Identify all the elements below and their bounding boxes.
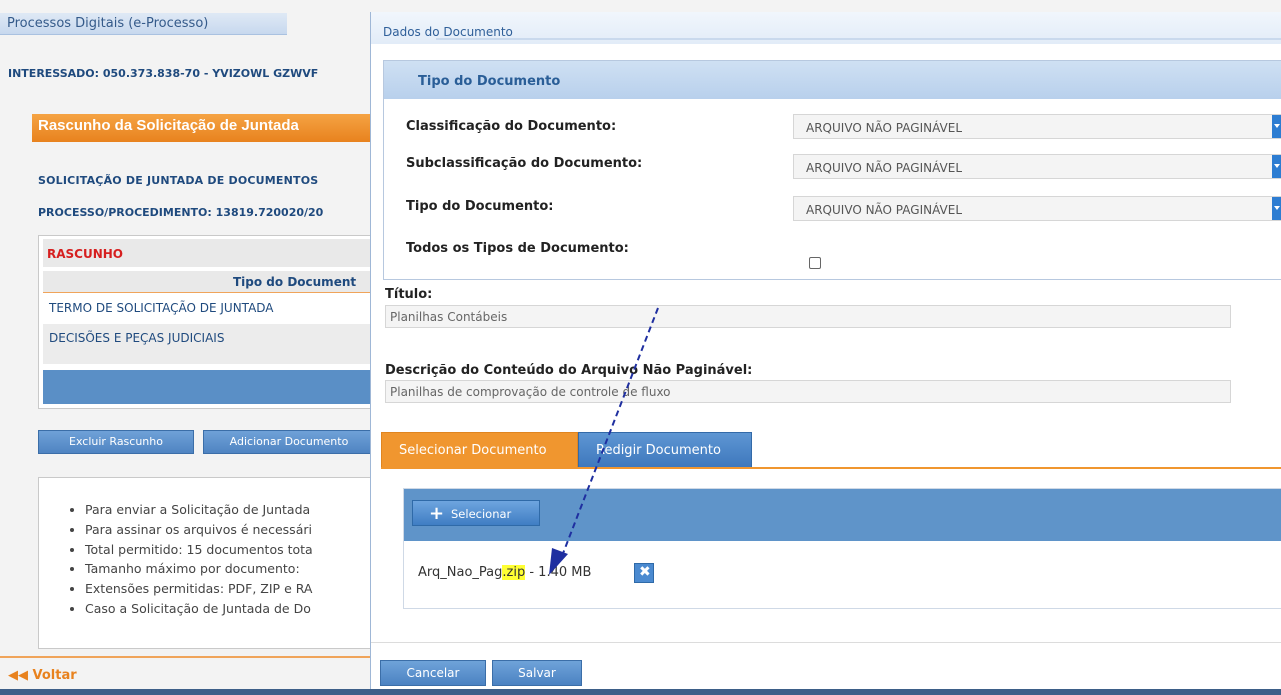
descricao-label: Descrição do Conteúdo do Arquivo Não Pag… xyxy=(385,363,753,378)
table-header: Tipo do Document xyxy=(43,271,379,293)
subclassificacao-label: Subclassificação do Documento: xyxy=(406,156,643,171)
page-title-bar: Rascunho da Solicitação de Juntada xyxy=(32,114,377,142)
titulo-label: Título: xyxy=(385,287,433,302)
divider xyxy=(436,38,1281,40)
add-document-button[interactable]: Adicionar Documento xyxy=(203,430,375,454)
document-data-dialog: Dados do Documento Tipo do Documento Cla… xyxy=(370,12,1281,689)
file-name: Arq_Nao_Pag xyxy=(418,565,503,580)
page-title: Rascunho da Solicitação de Juntada xyxy=(38,117,299,134)
plus-icon: + xyxy=(429,503,445,524)
tab-label: Redigir Documento xyxy=(596,443,721,458)
status-badge: RASCUNHO xyxy=(47,247,124,261)
remove-file-button[interactable]: ✖ xyxy=(634,563,654,583)
delete-draft-button[interactable]: Excluir Rascunho xyxy=(38,430,194,454)
list-item: Para assinar os arquivos é necessári xyxy=(85,520,313,540)
tipo-select[interactable]: ARQUIVO NÃO PAGINÁVEL xyxy=(793,196,1281,221)
chevron-down-icon[interactable] xyxy=(1272,115,1281,138)
table-row[interactable]: DECISÕES E PEÇAS JUDICIAIS xyxy=(43,324,379,364)
list-item: Total permitido: 15 documentos tota xyxy=(85,540,313,560)
section-header: Tipo do Documento xyxy=(384,61,1281,99)
list-item: Caso a Solicitação de Juntada de Do xyxy=(85,599,313,619)
info-list: Para enviar a Solicitação de Juntada Par… xyxy=(85,500,313,619)
back-link[interactable]: ◀◀ Voltar xyxy=(8,668,77,683)
document-type-section: Tipo do Documento Classificação do Docum… xyxy=(383,60,1281,280)
dialog-title: Dados do Documento xyxy=(383,25,513,39)
upload-panel: + Selecionar Arq_Nao_Pag.zip - 1.40 MB ✖ xyxy=(403,488,1281,609)
select-value: ARQUIVO NÃO PAGINÁVEL xyxy=(806,121,963,135)
todos-tipos-label: Todos os Tipos de Documento: xyxy=(406,241,629,256)
cancel-button[interactable]: Cancelar xyxy=(380,660,486,686)
file-extension: .zip xyxy=(502,565,526,580)
select-value: ARQUIVO NÃO PAGINÁVEL xyxy=(806,203,963,217)
row-label: DECISÕES E PEÇAS JUDICIAIS xyxy=(49,331,225,345)
tab-redigir-documento[interactable]: Redigir Documento xyxy=(578,432,752,468)
classificacao-select[interactable]: ARQUIVO NÃO PAGINÁVEL xyxy=(793,114,1281,139)
classificacao-label: Classificação do Documento: xyxy=(406,119,617,134)
status-row: RASCUNHO xyxy=(43,239,379,267)
input-value: Planilhas de comprovação de controle de … xyxy=(390,385,671,399)
footer-bar xyxy=(0,689,1281,695)
select-value: ARQUIVO NÃO PAGINÁVEL xyxy=(806,161,963,175)
table-row[interactable]: TERMO DE SOLICITAÇÃO DE JUNTADA xyxy=(43,294,379,324)
list-item: Extensões permitidas: PDF, ZIP e RA xyxy=(85,579,313,599)
list-item: Para enviar a Solicitação de Juntada xyxy=(85,500,313,520)
row-label: TERMO DE SOLICITAÇÃO DE JUNTADA xyxy=(49,301,274,315)
interessado-text: INTERESSADO: 050.373.838-70 - YVIZOWL GZ… xyxy=(8,67,319,80)
table-footer-bar xyxy=(43,370,379,404)
file-size: - 1.40 MB xyxy=(525,565,592,580)
tipo-label: Tipo do Documento: xyxy=(406,199,554,214)
subclassificacao-select[interactable]: ARQUIVO NÃO PAGINÁVEL xyxy=(793,154,1281,179)
titulo-input[interactable]: Planilhas Contábeis xyxy=(385,305,1231,328)
solicitacao-heading: SOLICITAÇÃO DE JUNTADA DE DOCUMENTOS xyxy=(38,174,319,187)
close-icon: ✖ xyxy=(639,564,651,580)
list-item: Tamanho máximo por documento: xyxy=(85,559,313,579)
chevron-down-icon[interactable] xyxy=(1272,155,1281,178)
column-header-tipo: Tipo do Document xyxy=(233,275,357,289)
descricao-input[interactable]: Planilhas de comprovação de controle de … xyxy=(385,380,1231,403)
input-value: Planilhas Contábeis xyxy=(390,310,508,324)
button-label: Selecionar xyxy=(451,507,512,521)
chevron-down-icon[interactable] xyxy=(1272,197,1281,220)
divider xyxy=(0,656,370,658)
tab-underline xyxy=(381,467,1281,469)
info-panel: Para enviar a Solicitação de Juntada Par… xyxy=(38,477,378,649)
save-button[interactable]: Salvar xyxy=(492,660,582,686)
app-title: Processos Digitais (e-Processo) xyxy=(7,16,209,31)
documents-table: RASCUNHO Tipo do Document TERMO DE SOLIC… xyxy=(38,235,379,409)
tab-selecionar-documento[interactable]: Selecionar Documento xyxy=(381,432,578,468)
upload-toolbar: + Selecionar xyxy=(404,489,1281,541)
tab-label: Selecionar Documento xyxy=(399,443,547,458)
todos-tipos-checkbox[interactable] xyxy=(809,257,821,269)
app-header: Processos Digitais (e-Processo) xyxy=(0,13,287,35)
processo-heading: PROCESSO/PROCEDIMENTO: 13819.720020/20 xyxy=(38,206,324,219)
uploaded-file: Arq_Nao_Pag.zip - 1.40 MB xyxy=(418,565,591,580)
divider xyxy=(371,642,1281,643)
select-file-button[interactable]: + Selecionar xyxy=(412,500,540,526)
section-title: Tipo do Documento xyxy=(418,74,561,89)
